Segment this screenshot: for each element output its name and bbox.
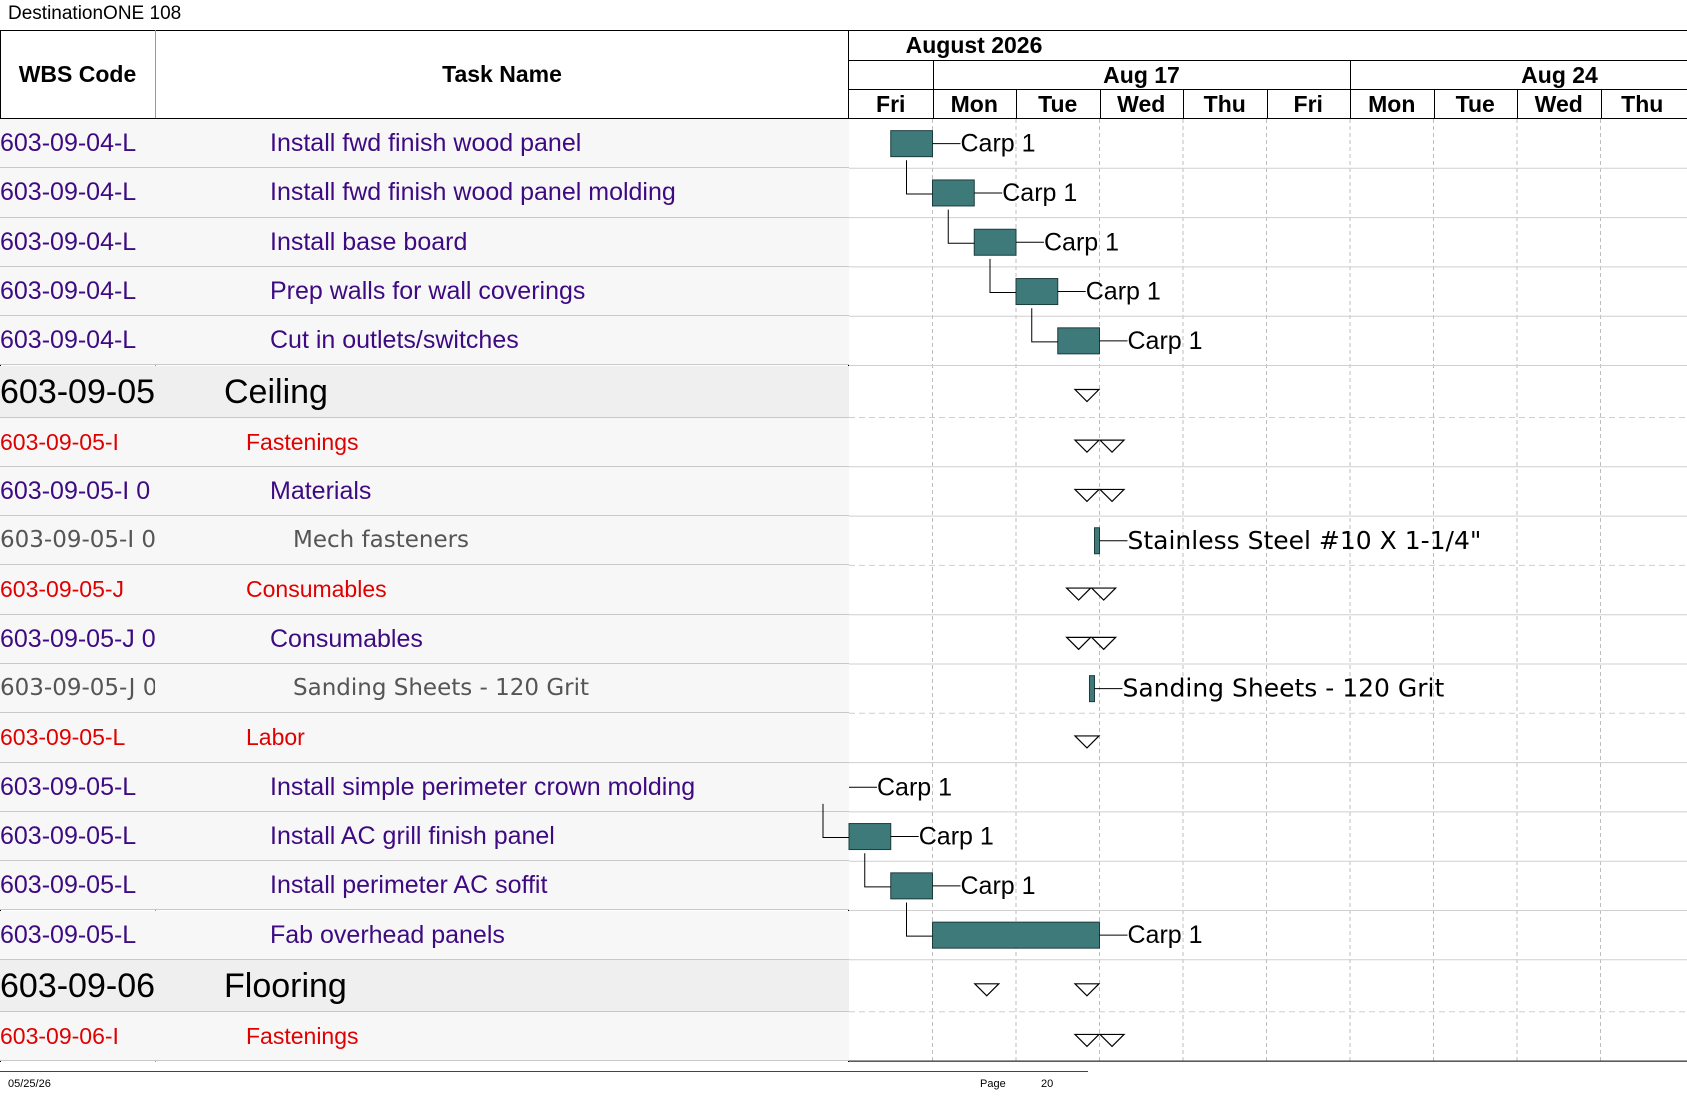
gantt-summary-marker (1073, 735, 1101, 749)
gantt-summary-marker (973, 983, 1001, 997)
gantt-dependency-link (1031, 308, 1058, 343)
gantt-task-bar (848, 823, 892, 851)
footer-page-number: 20 (1041, 1078, 1054, 1090)
gantt-task-bar (890, 872, 933, 900)
gantt-task-bar (1057, 327, 1100, 355)
gantt-task-bar (890, 130, 933, 158)
gantt-bar-label: Carp 1 (1128, 921, 1203, 949)
gantt-summary-marker (1073, 1033, 1101, 1048)
gantt-bar-label: Carp 1 (1044, 228, 1119, 256)
gantt-bar-label: Carp 1 (1128, 327, 1203, 355)
footer-date: 05/25/26 (8, 1078, 51, 1090)
gantt-dependency-link (906, 160, 933, 195)
gantt-bar-label: Carp 1 (961, 130, 1036, 158)
gantt-summary-marker (1098, 439, 1126, 453)
gantt-bar-label: Carp 1 (961, 872, 1036, 900)
gantt-dependency-link (906, 902, 933, 937)
gantt-summary-marker (1090, 636, 1118, 651)
footer-page-label: Page (980, 1078, 1006, 1090)
gantt-task-bar (973, 228, 1017, 256)
gantt-task-bar (1015, 278, 1059, 306)
gantt-bar-label: Carp 1 (877, 773, 952, 801)
gantt-summary-marker (1098, 1033, 1126, 1048)
gantt-chart: Carp 1 Carp 1 Carp 1 Carp 1 Carp 1 Stainless … (822, 119, 1687, 1062)
gantt-bar-label: Stainless Steel #10 X 1-1/4" (1128, 526, 1482, 555)
gantt-task-bar (1093, 527, 1100, 555)
gantt-bar-label: Carp 1 (1002, 179, 1077, 207)
gantt-dependency-link (989, 258, 1016, 294)
gantt-task-bar (932, 921, 1100, 949)
gantt-summary-marker (1065, 636, 1093, 651)
gantt-bar-label: Carp 1 (1086, 278, 1161, 306)
gantt-dependency-link (947, 209, 975, 244)
footer-rule (0, 1071, 1088, 1072)
gantt-dependency-link (822, 803, 849, 839)
gantt-summary-marker (1073, 488, 1101, 503)
gantt-summary-marker (1073, 983, 1101, 997)
gantt-summary-marker (1090, 587, 1118, 601)
gantt-dependency-link (864, 853, 891, 888)
gantt-summary-marker (1098, 488, 1126, 503)
gantt-summary-marker (1073, 388, 1101, 403)
gantt-summary-marker (1065, 587, 1093, 601)
gantt-task-bar (932, 179, 975, 207)
gantt-bar-label: Sanding Sheets - 120 Grit (1122, 674, 1444, 703)
gantt-bar-label: Carp 1 (919, 823, 994, 851)
gantt-task-bar (1088, 675, 1095, 703)
gantt-summary-marker (1073, 439, 1101, 453)
